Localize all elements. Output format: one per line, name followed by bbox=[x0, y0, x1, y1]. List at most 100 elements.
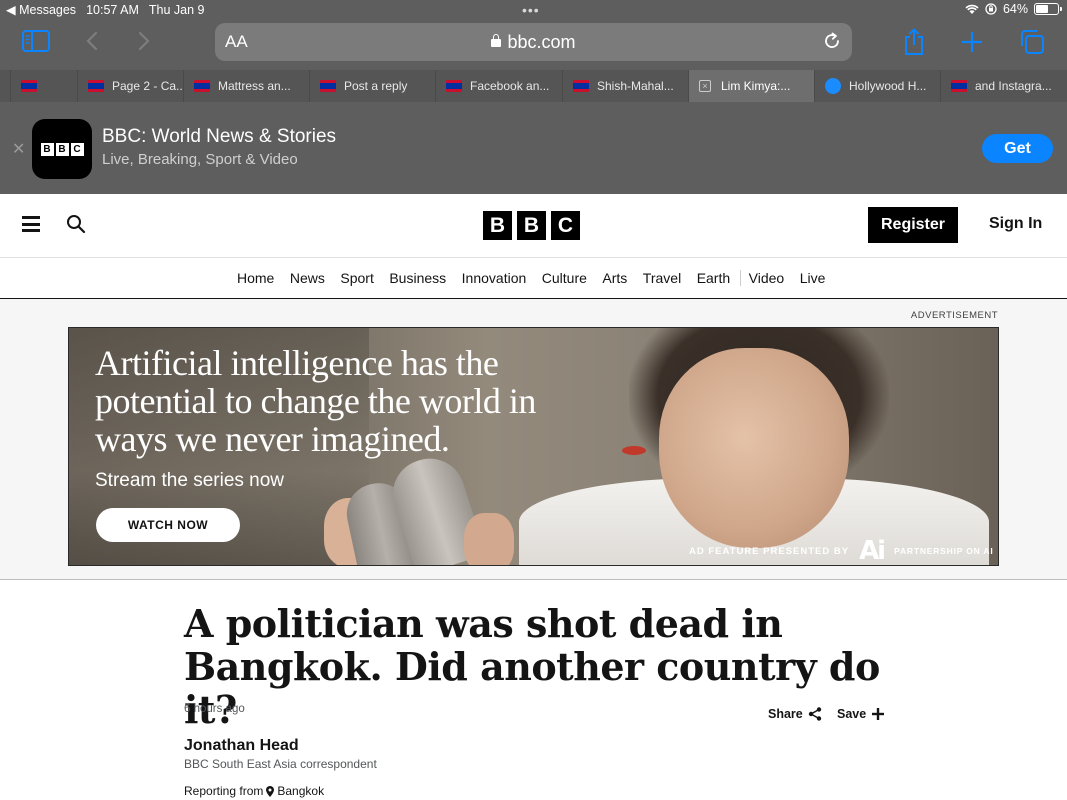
reporting-location: Reporting from Bangkok bbox=[184, 784, 324, 798]
tab-label: Hollywood H... bbox=[849, 79, 927, 93]
safari-toolbar: AA bbc.com bbox=[0, 20, 1067, 68]
reload-icon[interactable] bbox=[822, 31, 842, 56]
nav-item-home[interactable]: Home bbox=[237, 270, 274, 286]
tab-2[interactable]: Mattress an... bbox=[183, 70, 309, 102]
tab-0[interactable] bbox=[10, 70, 77, 102]
ad-feature-credit: AD FEATURE PRESENTED BY Ai PARTNERSHIP O… bbox=[689, 536, 994, 566]
share-icon[interactable] bbox=[903, 28, 925, 56]
menu-icon[interactable] bbox=[22, 216, 40, 232]
ad-photo-face bbox=[659, 348, 849, 548]
watch-now-button[interactable]: WATCH NOW bbox=[96, 508, 240, 542]
ad-headline: Artificial intelligence has the potentia… bbox=[95, 343, 536, 459]
tab-label: Lim Kimya:... bbox=[721, 79, 791, 93]
tab-strip: Page 2 - Ca... Mattress an... Post a reply… bbox=[0, 70, 1067, 102]
bbc-header: B B C Register Sign In bbox=[0, 194, 1067, 258]
primary-nav: Home News Sport Business Innovation Cult… bbox=[0, 258, 1067, 299]
flag-favicon-icon bbox=[951, 80, 967, 92]
register-button[interactable]: Register bbox=[868, 207, 958, 243]
bbc-app-icon: B B C bbox=[32, 119, 92, 179]
battery-percent: 64% bbox=[1002, 2, 1028, 16]
location-pin-icon bbox=[266, 785, 275, 797]
share-label: Share bbox=[768, 707, 803, 721]
orientation-lock-icon bbox=[985, 3, 997, 15]
partner-name: PARTNERSHIP ON AI bbox=[894, 546, 994, 556]
lock-icon bbox=[491, 34, 502, 47]
search-icon[interactable] bbox=[66, 214, 86, 239]
wifi-icon bbox=[965, 4, 979, 14]
author-role: BBC South East Asia correspondent bbox=[184, 757, 377, 771]
site-favicon-icon bbox=[825, 78, 841, 94]
app-banner-title: BBC: World News & Stories bbox=[102, 126, 337, 147]
partnership-on-ai-logo: Ai bbox=[859, 536, 886, 566]
tabs-overview-icon[interactable] bbox=[1019, 29, 1045, 55]
logo-letter: B bbox=[483, 211, 512, 240]
close-banner-icon[interactable]: ✕ bbox=[12, 139, 25, 159]
ad-feature-label: AD FEATURE PRESENTED BY bbox=[689, 545, 850, 557]
article-timestamp: 6 hours ago bbox=[184, 703, 245, 715]
tab-1[interactable]: Page 2 - Ca... bbox=[77, 70, 183, 102]
author-name: Jonathan Head bbox=[184, 737, 299, 754]
flag-favicon-icon bbox=[194, 80, 210, 92]
logo-letter: B bbox=[517, 211, 546, 240]
smart-app-banner: ✕ B B C BBC: World News & Stories Live, … bbox=[0, 102, 1067, 194]
nav-item-arts[interactable]: Arts bbox=[602, 270, 627, 286]
tab-label: Page 2 - Ca... bbox=[112, 79, 183, 93]
tab-label: Post a reply bbox=[344, 79, 408, 93]
save-label: Save bbox=[837, 707, 867, 721]
logo-letter: C bbox=[551, 211, 580, 240]
address-bar[interactable]: AA bbc.com bbox=[215, 23, 852, 61]
flag-favicon-icon bbox=[573, 80, 589, 92]
ad-banner[interactable]: Artificial intelligence has the potentia… bbox=[68, 327, 999, 566]
tab-label: Shish-Mahal... bbox=[597, 79, 674, 93]
app-banner-subtitle: Live, Breaking, Sport & Video bbox=[102, 151, 298, 168]
tab-5[interactable]: Shish-Mahal... bbox=[562, 70, 688, 102]
share-button[interactable]: Share bbox=[768, 707, 822, 721]
date: Thu Jan 9 bbox=[148, 2, 205, 17]
address-domain: bbc.com bbox=[215, 32, 852, 53]
tab-6[interactable]: × Lim Kimya:... bbox=[688, 70, 814, 102]
sign-in-link[interactable]: Sign In bbox=[989, 215, 1042, 233]
back-to-app-link[interactable]: ◀ Messages bbox=[6, 2, 76, 17]
nav-item-earth[interactable]: Earth bbox=[697, 270, 730, 286]
flag-favicon-icon bbox=[88, 80, 104, 92]
multitasking-dots[interactable]: ••• bbox=[522, 2, 540, 18]
status-bar: ◀ Messages 10:57 AM Thu Jan 9 ••• 64% bbox=[0, 0, 1067, 20]
ad-subline: Stream the series now bbox=[95, 470, 285, 491]
back-chevron-icon[interactable] bbox=[86, 31, 98, 51]
new-tab-icon[interactable] bbox=[961, 31, 983, 53]
battery-icon bbox=[1034, 3, 1062, 15]
sidebar-toggle-icon[interactable] bbox=[22, 30, 50, 52]
ad-label: ADVERTISEMENT bbox=[910, 310, 998, 321]
nav-item-innovation[interactable]: Innovation bbox=[462, 270, 527, 286]
tab-8[interactable]: and Instagra... bbox=[940, 70, 1067, 102]
flag-favicon-icon bbox=[320, 80, 336, 92]
app-icon-letter: B bbox=[40, 142, 54, 156]
app-icon-letter: C bbox=[70, 142, 84, 156]
nav-item-travel[interactable]: Travel bbox=[643, 270, 681, 286]
flag-favicon-icon bbox=[446, 80, 462, 92]
browser-chrome: ◀ Messages 10:57 AM Thu Jan 9 ••• 64% AA… bbox=[0, 0, 1067, 194]
flag-favicon-icon bbox=[21, 80, 37, 92]
tab-label: and Instagra... bbox=[975, 79, 1052, 93]
save-button[interactable]: Save bbox=[837, 707, 885, 721]
nav-item-live[interactable]: Live bbox=[800, 270, 826, 286]
clock: 10:57 AM bbox=[86, 2, 139, 17]
forward-chevron-icon[interactable] bbox=[138, 31, 150, 51]
nav-item-sport[interactable]: Sport bbox=[340, 270, 373, 286]
plus-icon bbox=[872, 708, 885, 720]
close-tab-icon[interactable]: × bbox=[699, 80, 711, 92]
get-app-button[interactable]: Get bbox=[982, 134, 1053, 163]
bbc-logo[interactable]: B B C bbox=[483, 211, 580, 240]
reporting-city: Bangkok bbox=[277, 784, 325, 798]
tab-3[interactable]: Post a reply bbox=[309, 70, 435, 102]
tab-7[interactable]: Hollywood H... bbox=[814, 70, 940, 102]
tab-label: Facebook an... bbox=[470, 79, 550, 93]
nav-item-business[interactable]: Business bbox=[389, 270, 446, 286]
ad-photo-lips bbox=[622, 446, 646, 455]
tab-label: Mattress an... bbox=[218, 79, 291, 93]
nav-item-video[interactable]: Video bbox=[739, 270, 784, 286]
tab-4[interactable]: Facebook an... bbox=[435, 70, 562, 102]
nav-item-culture[interactable]: Culture bbox=[542, 270, 587, 286]
ad-photo-hand bbox=[464, 513, 514, 565]
nav-item-news[interactable]: News bbox=[290, 270, 325, 286]
